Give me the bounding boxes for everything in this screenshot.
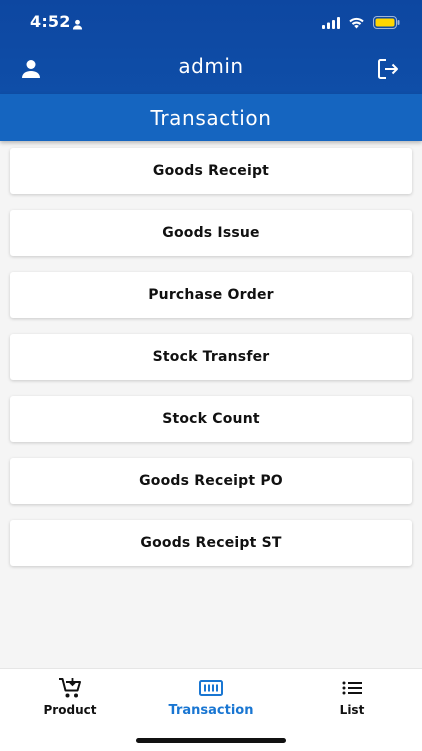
logout-icon[interactable]	[376, 57, 400, 81]
home-indicator[interactable]	[136, 738, 286, 743]
battery-icon	[373, 14, 400, 33]
goods-receipt-po-button[interactable]: Goods Receipt PO	[10, 458, 412, 504]
tab-list-label: List	[339, 703, 365, 717]
stock-count-button[interactable]: Stock Count	[10, 396, 412, 442]
stock-transfer-button[interactable]: Stock Transfer	[10, 334, 412, 380]
tab-list[interactable]: List	[282, 677, 422, 717]
goods-receipt-button[interactable]: Goods Receipt	[10, 148, 412, 194]
app-bar: admin	[0, 44, 422, 94]
barcode-icon	[141, 677, 281, 699]
cart-icon	[0, 677, 140, 699]
person-status-icon	[72, 15, 83, 34]
section-title: Transaction	[0, 94, 422, 141]
header: 4:52 admin	[0, 0, 422, 94]
status-icons	[322, 14, 400, 33]
list-icon	[282, 677, 422, 699]
status-bar: 4:52	[0, 0, 422, 44]
status-time: 4:52	[30, 12, 71, 31]
tab-product[interactable]: Product	[0, 677, 140, 717]
tab-product-label: Product	[43, 703, 97, 717]
goods-issue-button[interactable]: Goods Issue	[10, 210, 412, 256]
wifi-icon	[348, 14, 365, 33]
tab-transaction-label: Transaction	[168, 703, 254, 718]
app-title: admin	[178, 54, 244, 78]
signal-icon	[322, 14, 340, 33]
transaction-menu: Goods Receipt Goods Issue Purchase Order…	[10, 148, 412, 582]
purchase-order-button[interactable]: Purchase Order	[10, 272, 412, 318]
goods-receipt-st-button[interactable]: Goods Receipt ST	[10, 520, 412, 566]
tab-transaction[interactable]: Transaction	[141, 677, 281, 718]
